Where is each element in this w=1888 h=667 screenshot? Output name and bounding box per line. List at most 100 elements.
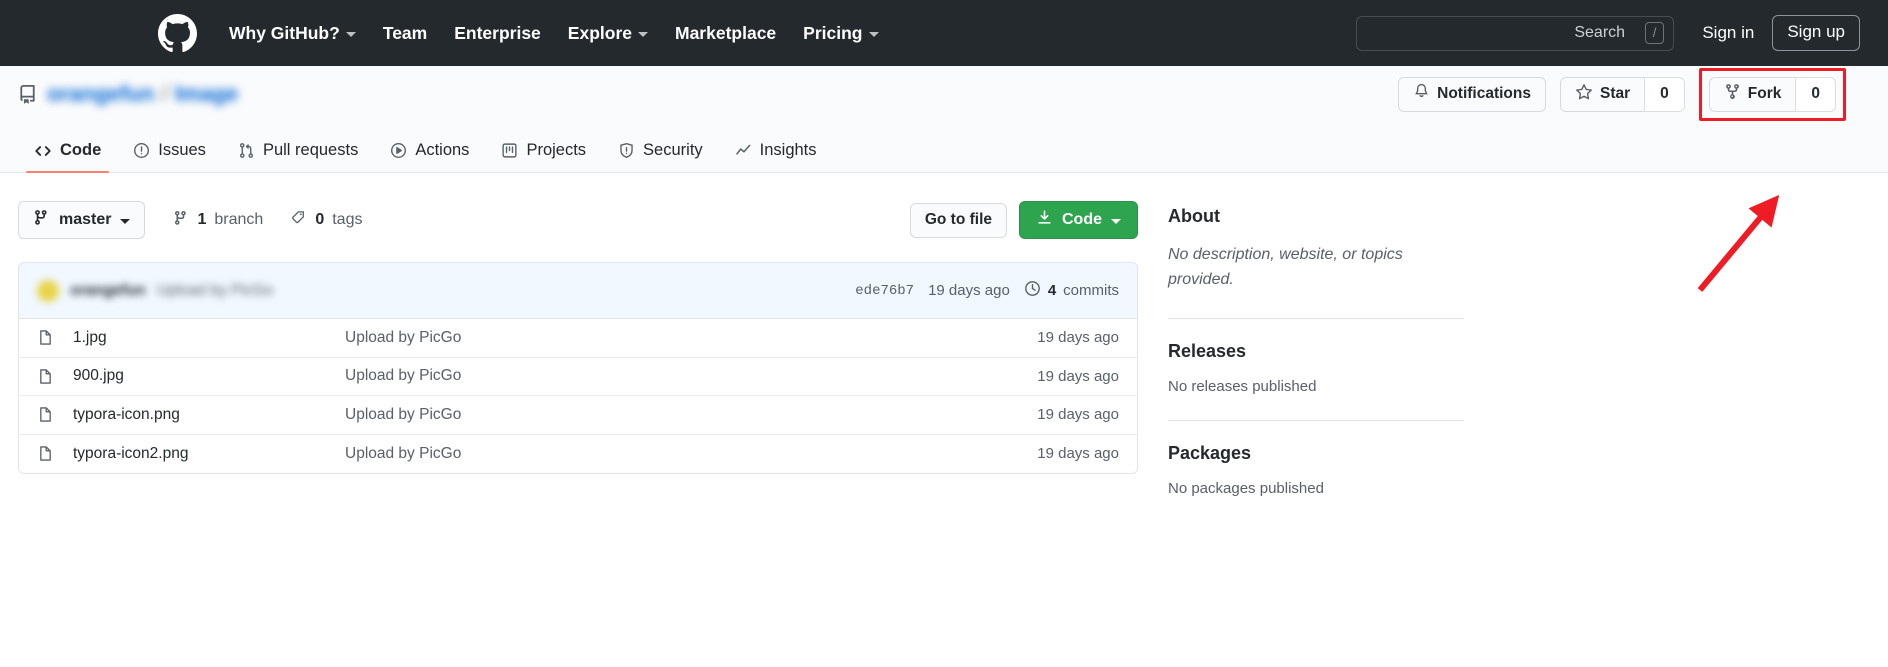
tag-count-label: tags <box>332 211 363 228</box>
page-body: master 1 branch 0 tags Go to file Code o… <box>0 173 1888 497</box>
repository-breadcrumb[interactable]: orangefun / Image <box>47 81 238 107</box>
notifications-label: Notifications <box>1437 85 1531 102</box>
file-name[interactable]: typora-icon.png <box>73 406 345 424</box>
go-to-file-button[interactable]: Go to file <box>909 202 1007 238</box>
github-mark-icon[interactable] <box>158 13 197 53</box>
commit-author[interactable]: orangefun <box>70 282 146 300</box>
tab-pull-requests[interactable]: Pull requests <box>222 141 374 172</box>
repository-actions: Notifications Star 0 Fork 0 <box>1398 67 1860 121</box>
fork-highlight-box: Fork 0 <box>1698 67 1846 121</box>
nav-item-why-github[interactable]: Why GitHub? <box>229 23 356 44</box>
repo-icon <box>18 84 37 104</box>
repo-name-link[interactable]: Image <box>175 81 239 107</box>
tab-label: Security <box>643 141 703 159</box>
latest-commit-author-block[interactable]: orangefun Upload by PicGo <box>37 279 273 302</box>
history-icon <box>1024 280 1041 301</box>
latest-commit-meta: ede76b7 19 days ago 4 commits <box>855 280 1119 301</box>
file-commit-message[interactable]: Upload by PicGo <box>345 406 461 424</box>
file-name[interactable]: typora-icon2.png <box>73 445 345 463</box>
latest-commit-row: orangefun Upload by PicGo ede76b7 19 day… <box>19 263 1137 319</box>
star-button-group: Star 0 <box>1560 76 1685 112</box>
file-commit-message[interactable]: Upload by PicGo <box>345 367 461 385</box>
git-branch-icon <box>33 209 50 231</box>
tab-label: Pull requests <box>262 141 359 159</box>
tab-label: Code <box>60 141 102 159</box>
global-nav: Why GitHub? Team Enterprise Explore Mark… <box>229 23 879 44</box>
tab-label: Projects <box>526 141 587 159</box>
nav-item-pricing[interactable]: Pricing <box>803 22 879 44</box>
chevron-down-icon <box>638 32 648 37</box>
git-branch-icon <box>173 210 189 231</box>
star-label: Star <box>1600 85 1631 102</box>
chevron-down-icon <box>1111 218 1121 224</box>
code-toolbar: master 1 branch 0 tags Go to file Code <box>18 200 1138 240</box>
file-commit-time: 19 days ago <box>1037 367 1119 385</box>
about-heading: About <box>1168 206 1220 226</box>
star-count[interactable]: 0 <box>1644 76 1685 112</box>
tag-icon <box>291 210 307 231</box>
global-header-right: Search / Sign in Sign up <box>1356 15 1860 51</box>
code-button-label: Code <box>1062 211 1102 228</box>
chevron-down-icon <box>868 32 879 37</box>
file-icon <box>37 406 57 423</box>
git-pull-request-icon <box>238 142 255 159</box>
packages-heading: Packages <box>1168 442 1252 463</box>
sign-in-button[interactable]: Sign in <box>1702 23 1754 43</box>
file-name[interactable]: 1.jpg <box>73 329 345 347</box>
shield-icon <box>618 142 635 159</box>
search-input[interactable]: Search / <box>1356 15 1675 51</box>
nav-label: Pricing <box>803 22 863 43</box>
table-row[interactable]: 900.jpg Upload by PicGo 19 days ago <box>19 358 1137 396</box>
file-commit-time: 19 days ago <box>1037 445 1119 463</box>
fork-button-group: Fork 0 <box>1708 76 1836 112</box>
tab-actions[interactable]: Actions <box>374 141 485 172</box>
notifications-button[interactable]: Notifications <box>1398 76 1546 112</box>
file-name[interactable]: 900.jpg <box>73 367 345 385</box>
commits-count-link[interactable]: 4 commits <box>1024 280 1119 301</box>
avatar[interactable] <box>37 279 59 302</box>
branch-selector[interactable]: master <box>18 201 146 239</box>
commits-count: 4 <box>1047 282 1057 299</box>
search-placeholder: Search <box>1574 24 1626 41</box>
file-commit-message[interactable]: Upload by PicGo <box>345 445 461 463</box>
nav-item-enterprise[interactable]: Enterprise <box>454 23 541 44</box>
table-row[interactable]: typora-icon.png Upload by PicGo 19 days … <box>19 396 1137 435</box>
file-commit-time: 19 days ago <box>1037 406 1119 424</box>
repo-owner-link[interactable]: orangefun <box>47 81 155 107</box>
main-column: master 1 branch 0 tags Go to file Code o… <box>18 200 1138 497</box>
nav-item-marketplace[interactable]: Marketplace <box>675 23 776 44</box>
table-row[interactable]: 1.jpg Upload by PicGo 19 days ago <box>19 319 1137 358</box>
branch-count[interactable]: 1 branch <box>173 210 263 231</box>
file-icon <box>37 329 57 346</box>
tab-projects[interactable]: Projects <box>485 141 602 172</box>
search-shortcut-badge: / <box>1644 22 1665 44</box>
star-button[interactable]: Star <box>1560 76 1645 112</box>
file-commit-message[interactable]: Upload by PicGo <box>345 329 461 347</box>
bell-icon <box>1413 83 1430 105</box>
commits-label: commits <box>1063 282 1119 299</box>
fork-button[interactable]: Fork <box>1708 76 1796 112</box>
file-commit-time: 19 days ago <box>1037 329 1119 347</box>
fork-icon <box>1724 83 1741 105</box>
code-icon <box>34 142 52 160</box>
tag-count[interactable]: 0 tags <box>291 210 362 231</box>
breadcrumb-separator: / <box>161 81 168 106</box>
tab-code[interactable]: Code <box>18 141 117 173</box>
tag-count-number: 0 <box>315 211 325 228</box>
nav-item-explore[interactable]: Explore <box>568 23 648 44</box>
tab-issues[interactable]: Issues <box>117 141 222 172</box>
nav-label: Why GitHub? <box>229 22 340 43</box>
commit-message[interactable]: Upload by PicGo <box>157 282 273 300</box>
nav-label: Explore <box>567 22 632 43</box>
chevron-down-icon <box>345 32 356 37</box>
branch-count-label: branch <box>214 211 264 228</box>
tab-insights[interactable]: Insights <box>719 141 833 172</box>
nav-item-team[interactable]: Team <box>383 23 427 44</box>
table-row[interactable]: typora-icon2.png Upload by PicGo 19 days… <box>19 435 1137 474</box>
fork-count[interactable]: 0 <box>1795 76 1836 112</box>
sign-up-button[interactable]: Sign up <box>1772 15 1860 51</box>
code-download-button[interactable]: Code <box>1019 201 1138 239</box>
chevron-down-icon <box>120 218 131 224</box>
tab-security[interactable]: Security <box>602 141 719 172</box>
commit-sha[interactable]: ede76b7 <box>855 283 914 299</box>
